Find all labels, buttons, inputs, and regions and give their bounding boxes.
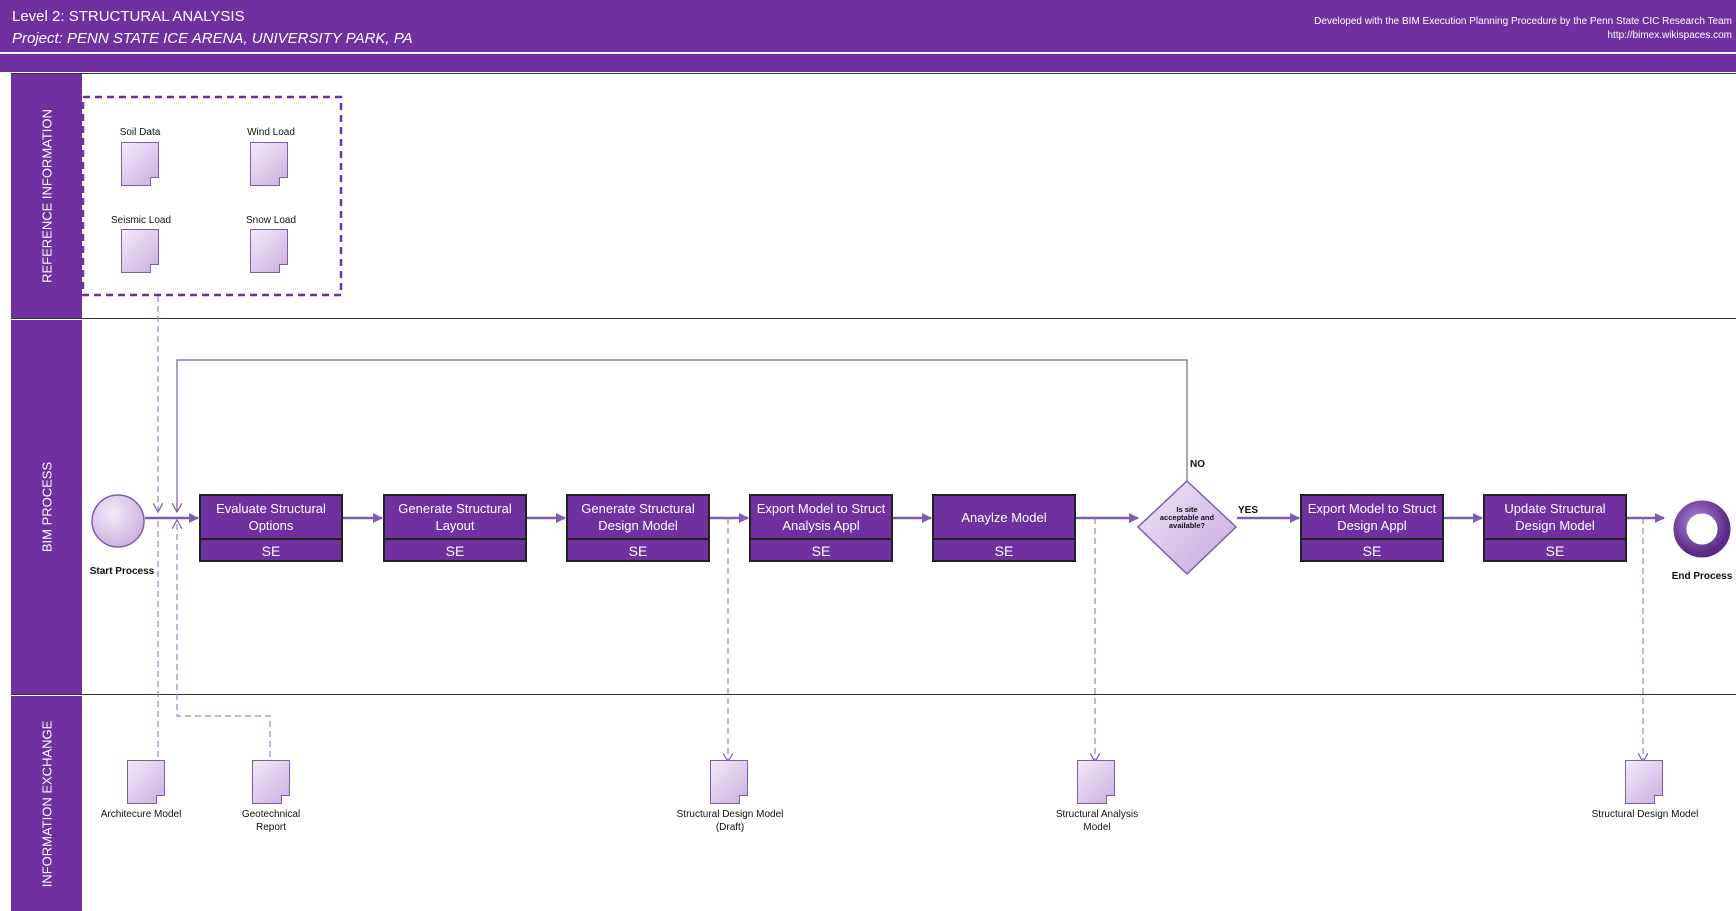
task-name: Generate Structural Design Model (568, 496, 708, 540)
task-role: SE (445, 543, 465, 559)
task-role: SE (261, 543, 281, 559)
doc-label-architecture-model: Architecure Model (100, 809, 182, 820)
task-role: SE (628, 543, 648, 559)
task-name: Anaylze Model (934, 496, 1074, 540)
doc-label-structural-analysis-model: Structural Analysis Model (1055, 809, 1139, 833)
document-icon (121, 229, 159, 273)
doc-label-geotechnical-report: Geotechnical Report (241, 809, 301, 833)
decision-question: Is site acceptable and available? (1159, 505, 1215, 530)
doc-label-soil-data: Soil Data (119, 127, 161, 138)
task-role: SE (1362, 543, 1382, 559)
document-icon (250, 229, 288, 273)
task-name: Export Model to Struct Design Appl (1302, 496, 1442, 540)
decision-no-label: NO (1190, 459, 1205, 470)
task-analyze-model: Anaylze Model SE (932, 494, 1076, 562)
doc-label-structural-design-model: Structural Design Model (1591, 809, 1699, 820)
document-icon (710, 760, 748, 804)
task-evaluate-structural-options: Evaluate Structural Options SE (199, 494, 343, 562)
start-event-icon (91, 494, 145, 548)
task-generate-structural-layout: Generate Structural Layout SE (383, 494, 527, 562)
document-icon (127, 760, 165, 804)
end-event-icon (1673, 500, 1731, 558)
start-process-label: Start Process (89, 566, 155, 577)
doc-label-wind-load: Wind Load (247, 127, 295, 138)
decision-yes-label: YES (1238, 505, 1259, 516)
document-icon (250, 142, 288, 186)
document-icon (1625, 760, 1663, 804)
loop-back-connector (177, 359, 1188, 512)
task-update-structural-design-model: Update Structural Design Model SE (1483, 494, 1627, 562)
task-name: Evaluate Structural Options (201, 496, 341, 540)
task-name: Update Structural Design Model (1485, 496, 1625, 540)
task-export-model-to-analysis: Export Model to Struct Analysis Appl SE (749, 494, 893, 562)
task-generate-structural-design-model: Generate Structural Design Model SE (566, 494, 710, 562)
task-role: SE (811, 543, 831, 559)
task-role: SE (1545, 543, 1565, 559)
document-icon (121, 142, 159, 186)
document-icon (1077, 760, 1115, 804)
document-icon (252, 760, 290, 804)
end-process-label: End Process (1671, 571, 1733, 582)
task-export-model-to-design: Export Model to Struct Design Appl SE (1300, 494, 1444, 562)
task-role: SE (994, 543, 1014, 559)
doc-label-structural-design-draft: Structural Design Model (Draft) (676, 809, 784, 833)
task-name: Export Model to Struct Analysis Appl (751, 496, 891, 540)
doc-label-snow-load: Snow Load (245, 215, 297, 226)
doc-label-seismic-load: Seismic Load (110, 215, 172, 226)
task-name: Generate Structural Layout (385, 496, 525, 540)
